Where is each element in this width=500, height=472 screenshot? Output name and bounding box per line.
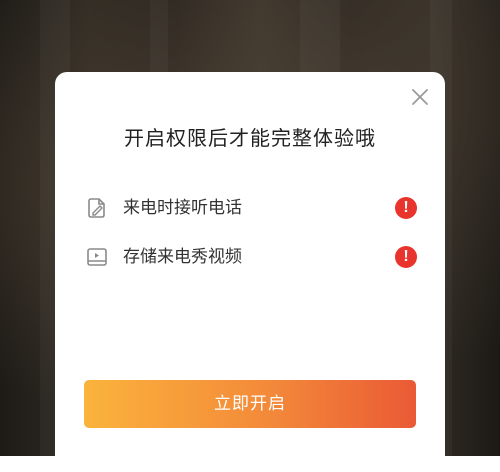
- phone-edit-icon: [85, 196, 109, 220]
- permission-row-store-video: 存储来电秀视频 !: [85, 242, 417, 272]
- permission-row-answer-calls: 来电时接听电话 !: [85, 193, 417, 223]
- dialog-title: 开启权限后才能完整体验哦: [124, 126, 376, 150]
- enable-now-button[interactable]: 立即开启: [84, 380, 416, 428]
- permission-label: 存储来电秀视频: [123, 247, 242, 267]
- permission-label: 来电时接听电话: [123, 198, 242, 218]
- warning-icon: !: [395, 197, 417, 219]
- warning-icon: !: [395, 246, 417, 268]
- video-storage-icon: [85, 245, 109, 269]
- close-icon: [412, 89, 428, 105]
- permission-dialog: 开启权限后才能完整体验哦 来电时接听电话 ! 存储来电秀视频 ! 立即开启: [55, 72, 445, 472]
- close-button[interactable]: [409, 86, 431, 108]
